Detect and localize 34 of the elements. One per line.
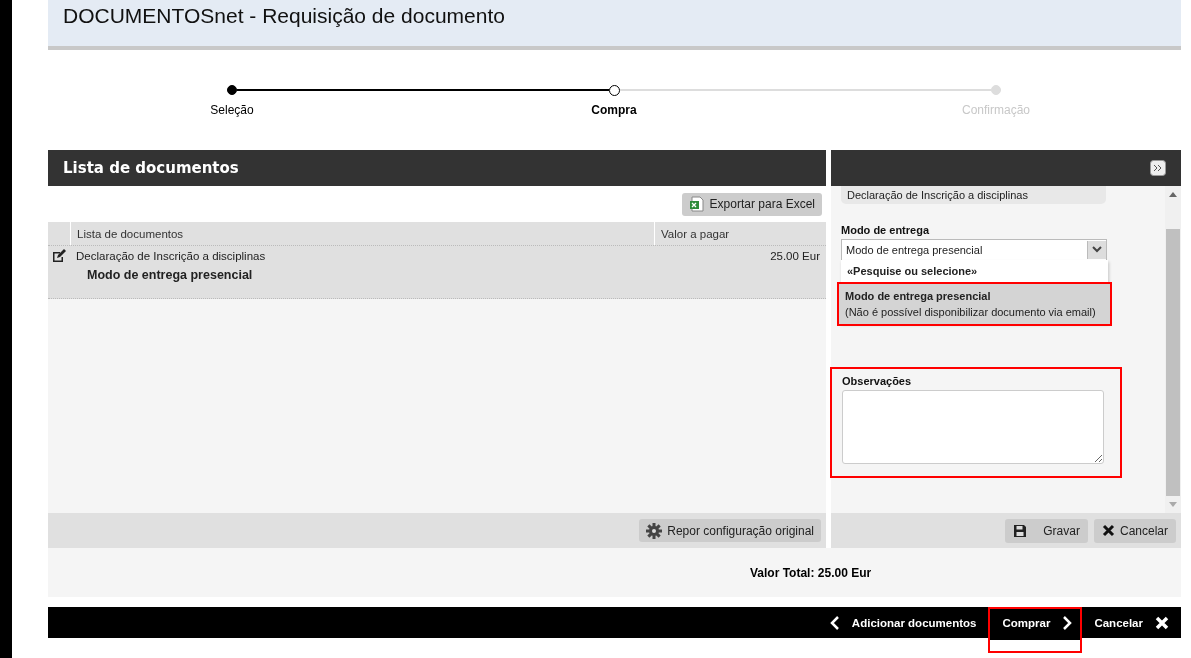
double-chevron-icon[interactable]	[1150, 160, 1166, 176]
document-name: Declaração de Inscrição a disciplinas	[847, 189, 1028, 201]
cancel-button[interactable]: Cancelar	[1082, 607, 1181, 638]
caret-icon	[1092, 246, 1102, 254]
step-label: Seleção	[210, 103, 254, 117]
page-title: DOCUMENTOSnet - Requisição de documento	[63, 4, 505, 28]
spreadsheet-icon	[688, 196, 705, 212]
reset-button[interactable]: Repor configuração original	[639, 519, 821, 542]
scroll-up-icon[interactable]	[1169, 191, 1177, 197]
close-icon	[1101, 524, 1115, 537]
notes-field[interactable]	[842, 390, 1104, 464]
save-button[interactable]: Gravar	[1005, 518, 1088, 543]
export-button[interactable]: Exportar para Excel	[681, 192, 822, 216]
panel-title: Lista de documentos	[63, 159, 239, 177]
dropdown-option[interactable]: Modo de entrega presencial (Não é possível disponibilizar documento via email)	[837, 282, 1112, 326]
table-cell: Modo de entrega presencial	[87, 268, 253, 282]
table-cell-text: 25.00 Eur	[769, 249, 821, 264]
close-icon	[1155, 615, 1169, 630]
delivery-dropdown[interactable]: Modo de entrega presencial	[841, 239, 1107, 261]
back-button[interactable]: Adicionar documentos	[817, 607, 989, 638]
step-label: Compra	[591, 103, 637, 117]
chevron-left-icon	[829, 615, 840, 630]
dropdown-option[interactable]: «Pesquise ou selecione»	[841, 260, 1108, 282]
chevron-right-icon	[1062, 615, 1073, 630]
cancel-button[interactable]: Cancelar	[1093, 518, 1176, 543]
gear-icon	[646, 522, 663, 539]
edit-icon[interactable]	[52, 249, 66, 263]
field-label: Observações	[842, 375, 913, 387]
table-cell-text: Declaração de Inscrição a disciplinas	[75, 250, 267, 262]
total-amount: Valor Total: 25.00 Eur	[750, 565, 872, 580]
scrollbar[interactable]	[1165, 186, 1181, 513]
field-label: Modo de entrega	[841, 224, 929, 236]
buy-button[interactable]: Comprar	[988, 607, 1083, 653]
column-header: Lista de documentos	[76, 226, 185, 242]
